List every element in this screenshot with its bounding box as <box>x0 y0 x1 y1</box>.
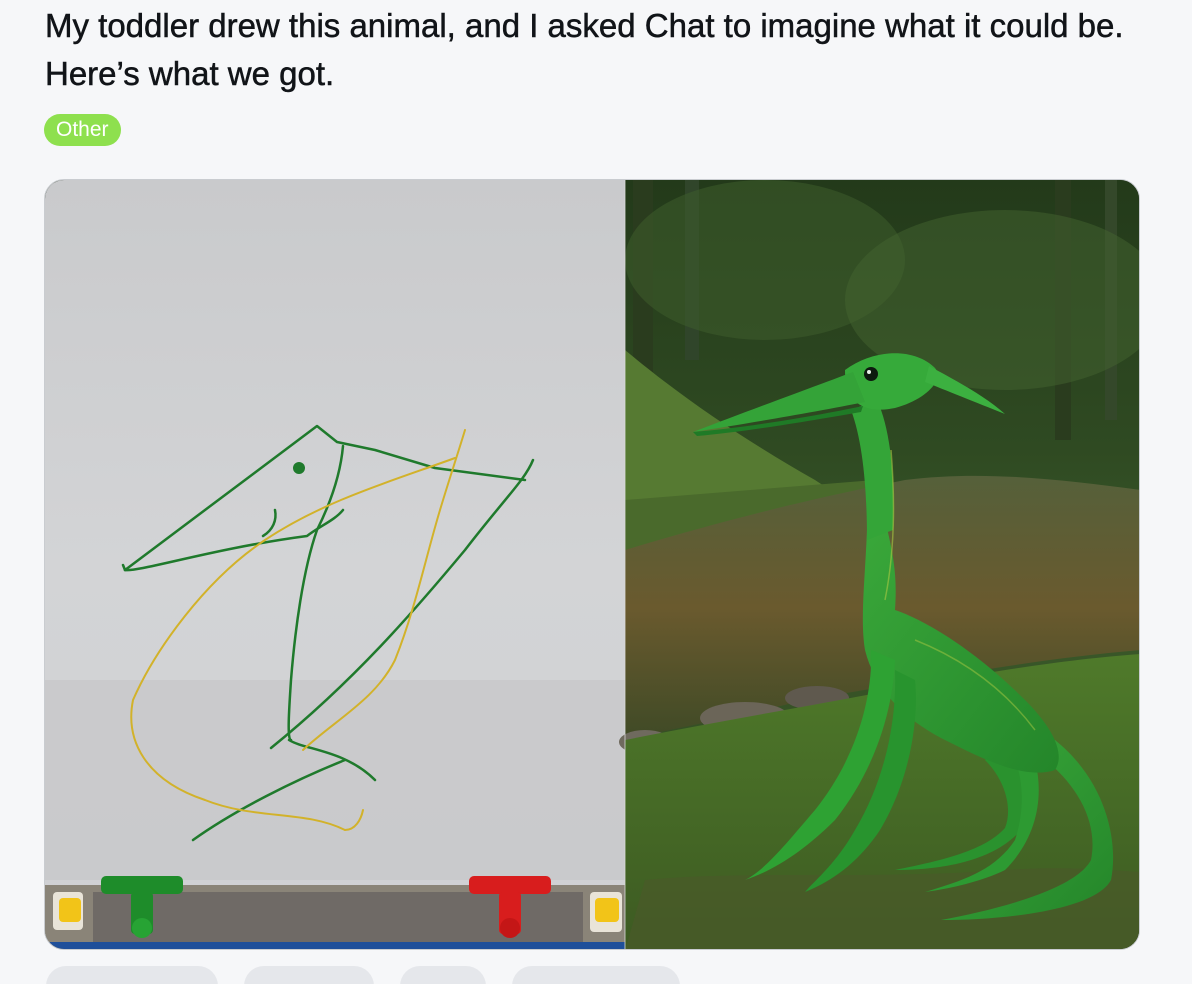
generated-creature-image <box>619 180 1139 949</box>
toddler-drawing-photo <box>45 180 625 949</box>
share-action[interactable] <box>512 966 680 984</box>
award-action[interactable] <box>400 966 486 984</box>
flair-badge[interactable]: Other <box>44 114 121 146</box>
post-title[interactable]: My toddler drew this animal, and I asked… <box>45 2 1155 98</box>
comments-action[interactable] <box>244 966 374 984</box>
post-page: My toddler drew this animal, and I asked… <box>0 0 1192 984</box>
upvote-action[interactable] <box>46 966 218 984</box>
post-image-gallery[interactable] <box>44 179 1140 950</box>
